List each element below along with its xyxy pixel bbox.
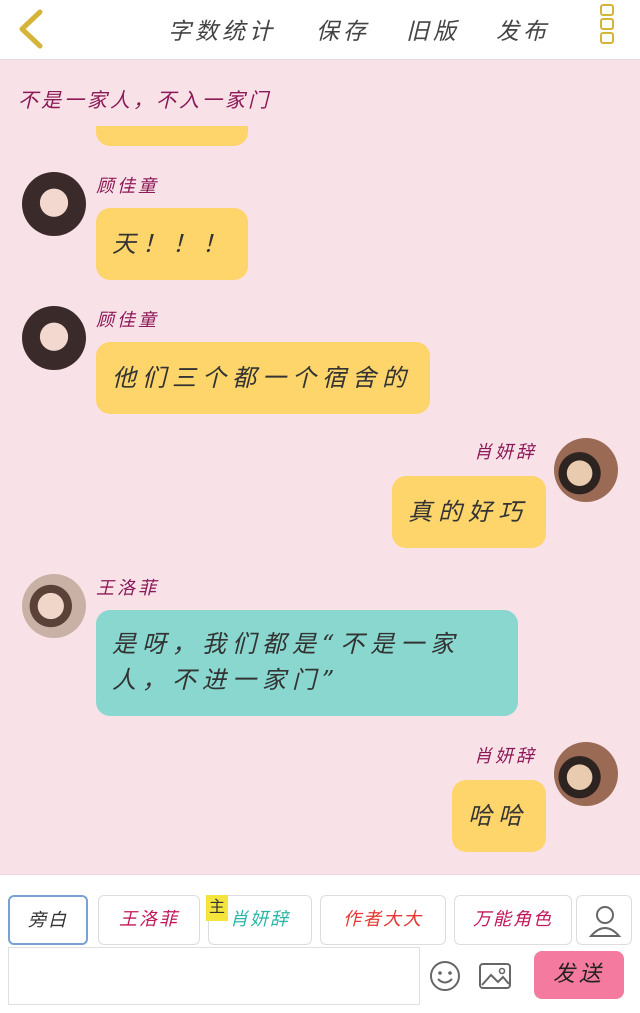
back-button[interactable] (14, 8, 50, 50)
message-bubble-partial (96, 126, 248, 146)
top-bar: 字数统计 保存 旧版 发布 (0, 0, 640, 60)
message-text: 真的好巧 (408, 498, 528, 526)
word-count-button[interactable]: 字数统计 (168, 12, 276, 46)
avatar-xiao-yanci[interactable] (554, 438, 618, 502)
avatar-gu-jiatong[interactable] (22, 306, 86, 370)
person-icon (588, 906, 622, 937)
message-bubble[interactable]: 真的好巧 (392, 476, 546, 548)
avatar-wang-luofei[interactable] (22, 574, 86, 638)
emoji-icon (430, 961, 460, 991)
old-version-button[interactable]: 旧版 (406, 12, 460, 46)
add-role-button[interactable] (576, 895, 632, 945)
message-text-line: 人，不进一家门” (112, 666, 341, 694)
message-text: 天！！！ (112, 230, 232, 258)
emoji-button[interactable] (428, 959, 462, 993)
story-title: 不是一家人，不入一家门 (18, 88, 271, 112)
send-button[interactable]: 发送 (534, 951, 624, 999)
message-bubble[interactable]: 是呀，我们都是“不是一家 人，不进一家门” (96, 610, 518, 716)
sender-name: 顾佳童 (96, 310, 159, 331)
role-label: 肖妍辞 (230, 909, 290, 930)
role-button-narration[interactable]: 旁白 (8, 895, 88, 945)
image-button[interactable] (478, 961, 512, 991)
message-bubble[interactable]: 他们三个都一个宿舍的 (96, 342, 430, 414)
message-bubble[interactable]: 哈哈 (452, 780, 546, 852)
message-text: 他们三个都一个宿舍的 (112, 364, 412, 392)
role-button-wang-luofei[interactable]: 王洛菲 (98, 895, 200, 945)
message-text-line: 是呀，我们都是“不是一家 (112, 630, 461, 658)
role-button-universal[interactable]: 万能角色 (454, 895, 572, 945)
sender-name: 肖妍辞 (474, 442, 537, 463)
image-icon (479, 963, 511, 989)
avatar-gu-jiatong[interactable] (22, 172, 86, 236)
menu-icon (596, 4, 618, 44)
save-button[interactable]: 保存 (316, 12, 370, 46)
sender-name: 王洛菲 (96, 578, 159, 599)
role-button-author[interactable]: 作者大大 (320, 895, 446, 945)
publish-button[interactable]: 发布 (496, 12, 550, 46)
sender-name: 顾佳童 (96, 176, 159, 197)
back-icon (19, 9, 43, 49)
main-role-badge: 主 (206, 895, 228, 921)
avatar-xiao-yanci[interactable] (554, 742, 618, 806)
sender-name: 肖妍辞 (474, 746, 537, 767)
message-text: 哈哈 (468, 802, 528, 830)
message-input[interactable] (8, 947, 420, 1005)
menu-button[interactable] (596, 4, 618, 50)
bottom-toolbar: 旁白 王洛菲 肖妍辞 主 作者大大 万能角色 发送 (0, 874, 640, 1013)
message-bubble[interactable]: 天！！！ (96, 208, 248, 280)
